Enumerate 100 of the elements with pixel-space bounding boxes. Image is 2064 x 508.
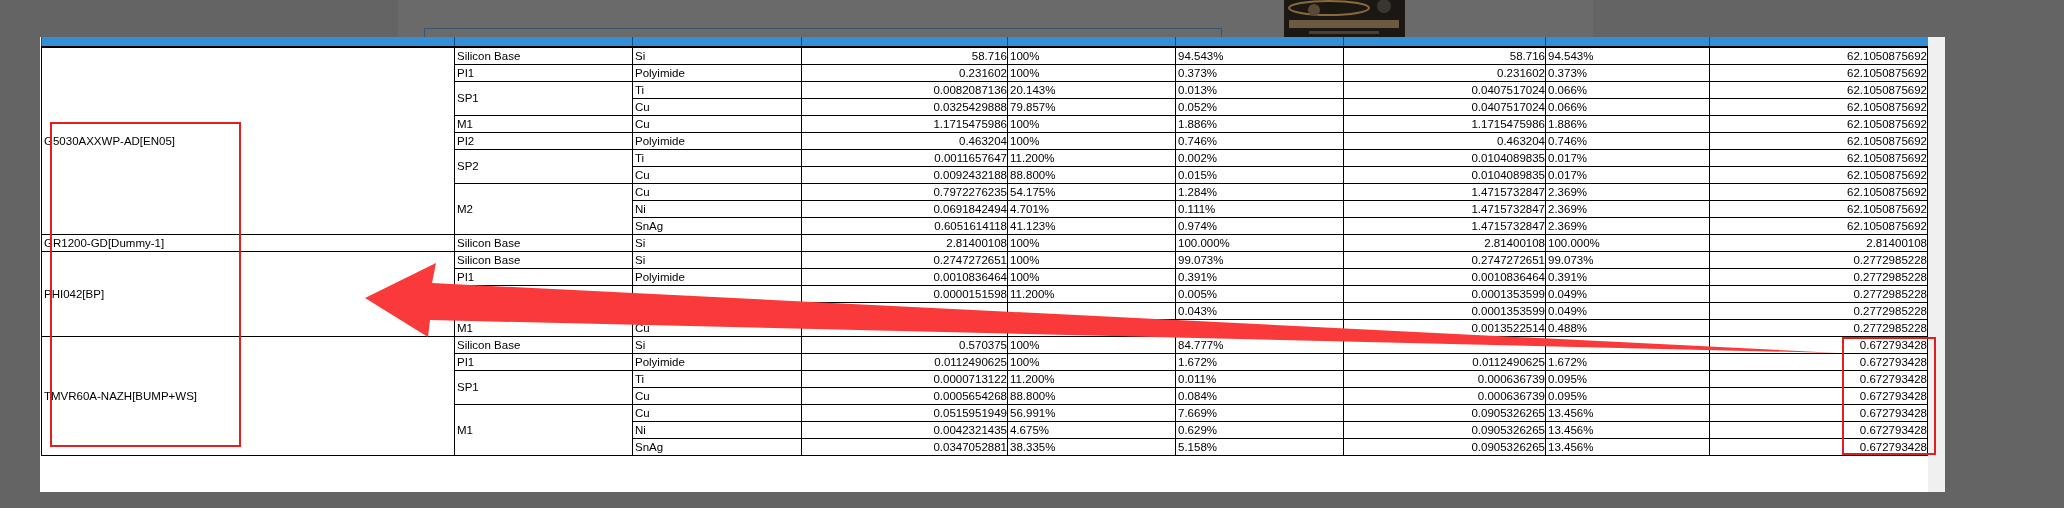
table-cell: Polyimide bbox=[635, 66, 685, 79]
table-cell: 1.672% bbox=[1178, 355, 1217, 368]
table-cell: Si bbox=[635, 236, 646, 249]
table-cell: 2.369% bbox=[1548, 202, 1587, 215]
table-cell: 0.0905326265 bbox=[1471, 406, 1545, 419]
table-cell: Si bbox=[635, 253, 646, 266]
table-cell: 62.1050875692 bbox=[1847, 117, 1927, 130]
table-cell: SP1 bbox=[457, 381, 479, 393]
table-cell: 0.017% bbox=[1548, 151, 1587, 164]
table-cell: 5.158% bbox=[1178, 440, 1217, 453]
table-cell: 0.0515951949 bbox=[933, 406, 1007, 419]
table-cell: Cu bbox=[635, 321, 650, 334]
table-cell: 62.1050875692 bbox=[1847, 219, 1927, 232]
table-cell: 0.095% bbox=[1548, 372, 1587, 385]
table-cell: Polyimide bbox=[635, 270, 685, 283]
table-cell: 0.6051614118 bbox=[934, 219, 1007, 232]
table-cell: 79.857% bbox=[1010, 100, 1056, 113]
table-cell: 100.000% bbox=[1178, 236, 1230, 249]
table-cell: Silicon Base bbox=[457, 49, 521, 62]
table-cell: 62.1050875692 bbox=[1847, 134, 1927, 147]
table-cell: 99.073% bbox=[1178, 253, 1224, 266]
table-cell: 0.0104089835 bbox=[1471, 151, 1545, 164]
table-cell: 0.049% bbox=[1548, 287, 1587, 300]
table-cell: 0.746% bbox=[1178, 134, 1217, 147]
table-cell: 0.0010836464 bbox=[1471, 270, 1545, 283]
table-cell: Ti bbox=[635, 83, 645, 96]
table-cell: 0.672793428 bbox=[1859, 389, 1927, 402]
table-cell: 4.701% bbox=[1010, 202, 1049, 215]
table-cell: Cu bbox=[635, 100, 650, 113]
table-cell: 100% bbox=[1010, 49, 1040, 62]
table-cell: 1.4715732847 bbox=[1471, 185, 1545, 198]
table-cell: 0.672793428 bbox=[1859, 423, 1927, 436]
table-cell: 62.1050875692 bbox=[1847, 100, 1927, 113]
table-cell: 100% bbox=[1010, 117, 1040, 130]
table-cell: 0.0905326265 bbox=[1471, 423, 1545, 436]
table-cell: 0.672793428 bbox=[1859, 338, 1927, 351]
table-cell: Cu bbox=[635, 117, 650, 130]
table-cell: 0.0013522514 bbox=[1471, 321, 1545, 334]
table-cell: 4.675% bbox=[1010, 423, 1049, 436]
table-cell: SnAg bbox=[635, 219, 664, 232]
table-cell: 0.488% bbox=[1548, 321, 1587, 334]
table-cell: 0.0010836464 bbox=[933, 270, 1007, 283]
table-cell: 62.1050875692 bbox=[1847, 49, 1927, 62]
table-cell: Cu bbox=[635, 406, 650, 419]
table-cell: 58.716 bbox=[1509, 49, 1545, 62]
table-cell: Polyimide bbox=[635, 134, 685, 147]
table-cell: 11.200% bbox=[1010, 287, 1055, 300]
scrollbar[interactable] bbox=[1928, 37, 1945, 492]
table-cell: 0.0407517024 bbox=[1471, 83, 1545, 96]
table-cell: 0.005% bbox=[1178, 287, 1217, 300]
table-cell: 0.629% bbox=[1178, 423, 1217, 436]
table-cell: 0.0905326265 bbox=[1471, 440, 1545, 453]
table-cell: 0.672793428 bbox=[1859, 406, 1927, 419]
table-cell: SnAg bbox=[635, 440, 664, 453]
table-cell: M1 bbox=[457, 423, 473, 436]
table-cell: 0.013% bbox=[1178, 83, 1217, 96]
table-cell: 13.456% bbox=[1548, 440, 1594, 453]
table-cell: 0.0001353599 bbox=[1471, 304, 1545, 317]
table-cell: 94.543% bbox=[1178, 49, 1224, 62]
table-cell: 62.1050875692 bbox=[1847, 168, 1927, 181]
table-cell: 38.335% bbox=[1010, 440, 1056, 453]
table-cell: 0.0082087136 bbox=[933, 83, 1007, 96]
table-cell: 0.2772985228 bbox=[1853, 270, 1927, 283]
table-cell: 0.2772985228 bbox=[1853, 287, 1927, 300]
table-cell: PI1 bbox=[457, 355, 475, 368]
table-cell: 0.015% bbox=[1178, 168, 1217, 181]
table-cell: 1.1715475986 bbox=[1471, 117, 1545, 130]
table-cell: 1.886% bbox=[1178, 117, 1217, 130]
table-cell: 0.391% bbox=[1548, 270, 1587, 283]
table-cell: 0.0104089835 bbox=[1471, 168, 1545, 181]
table-cell: 56.991% bbox=[1010, 406, 1056, 419]
table-cell: Si bbox=[635, 49, 646, 62]
table-cell: 0.231602 bbox=[959, 66, 1007, 79]
table-cell: 2.81400108 bbox=[1866, 236, 1927, 249]
table-cell: 0.2772985228 bbox=[1853, 304, 1927, 317]
table-cell: 0.0001353599 bbox=[1471, 287, 1545, 300]
table-cell: PI2 bbox=[457, 134, 475, 147]
table-cell: Ti bbox=[635, 372, 645, 385]
table-cell: 41.123% bbox=[1010, 219, 1056, 232]
table-cell: Silicon Base bbox=[457, 338, 521, 351]
table-cell: M2 bbox=[457, 202, 473, 215]
table-cell: 7.669% bbox=[1178, 406, 1217, 419]
table-cell: 0.049% bbox=[1548, 304, 1587, 317]
table-cell: 0.0005654268 bbox=[933, 389, 1007, 402]
table-cell: 0.011% bbox=[1178, 372, 1217, 385]
table-cell: 0.463204 bbox=[959, 134, 1007, 147]
table-cell: 1.886% bbox=[1548, 117, 1587, 130]
table-cell: 0.672793428 bbox=[1859, 355, 1927, 368]
table-cell: M1 bbox=[457, 117, 473, 130]
table-cell: 1.1715475986 bbox=[933, 117, 1007, 130]
table-cell: Polyimide bbox=[635, 355, 685, 368]
table-cell: 100% bbox=[1010, 355, 1040, 368]
table-cell: 0.084% bbox=[1178, 389, 1217, 402]
table-cell: 0.0325429888 bbox=[933, 100, 1007, 113]
table-cell: 0.672793428 bbox=[1859, 372, 1927, 385]
table-cell: Silicon Base bbox=[457, 253, 521, 266]
table-cell: 0.0112490625 bbox=[1472, 355, 1545, 368]
table-cell: 0.0000713122 bbox=[933, 372, 1007, 385]
table-cell: 13.456% bbox=[1548, 423, 1594, 436]
table-cell: 0.017% bbox=[1548, 168, 1587, 181]
